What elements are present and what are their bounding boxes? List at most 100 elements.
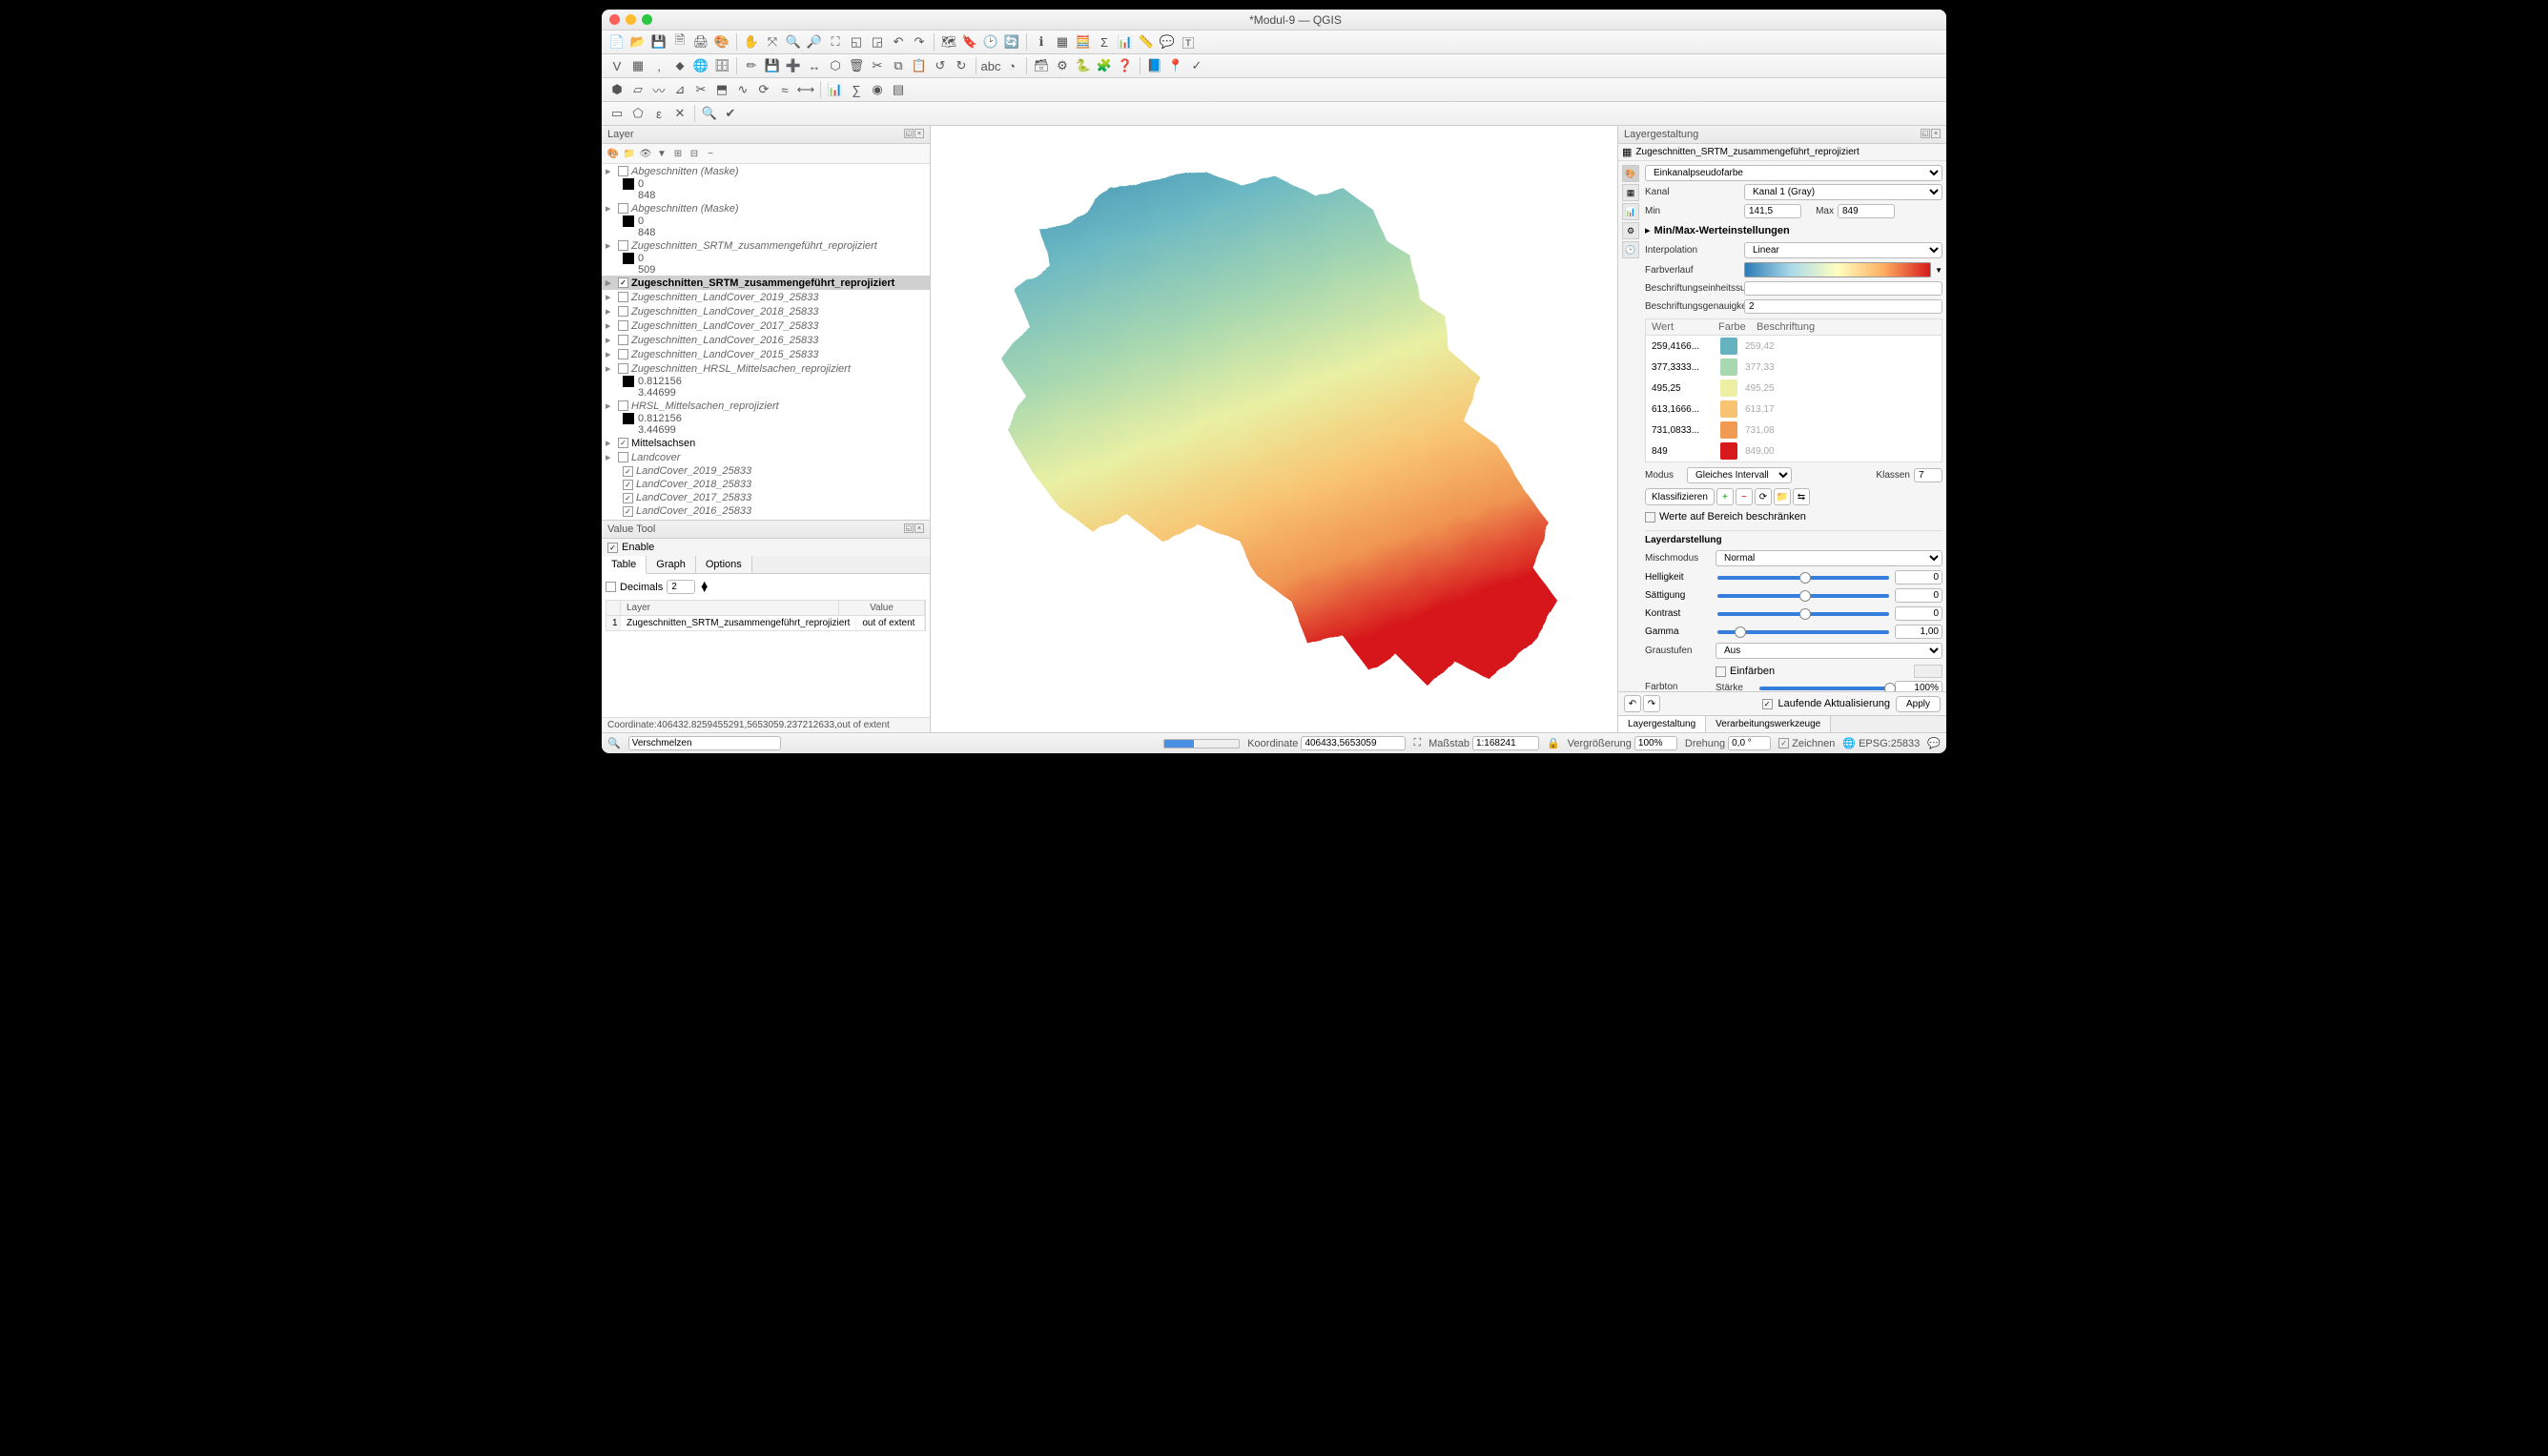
layer-tree-item[interactable]: ▸ Landcover	[602, 450, 930, 464]
tab-graph[interactable]: Graph	[647, 556, 696, 573]
chevron-right-icon[interactable]: ▸	[606, 165, 615, 177]
lock-icon[interactable]: 🔒	[1547, 737, 1560, 749]
brightness-value[interactable]: 0	[1895, 570, 1942, 584]
renderer-select[interactable]: Einkanalpseudofarbe	[1645, 165, 1942, 181]
layer-tree-item[interactable]: ▸ Zugeschnitten_LandCover_2017_25833	[602, 318, 930, 333]
suffix-input[interactable]	[1744, 281, 1942, 296]
close-panel-icon[interactable]: ×	[1931, 129, 1941, 138]
save-as-icon[interactable]: 🗎	[670, 32, 689, 51]
minmax-expander[interactable]: ▸ Min/Max-Werteinstellungen	[1645, 221, 1942, 239]
paste-icon[interactable]: 📋	[910, 56, 929, 75]
new-map-icon[interactable]: 🗺	[939, 32, 958, 51]
deselect-icon[interactable]: ✕	[670, 104, 689, 123]
layer-visibility-checkbox[interactable]	[618, 335, 628, 345]
layer-visibility-checkbox[interactable]: ✓	[618, 438, 628, 448]
chevron-right-icon[interactable]: ▸	[606, 451, 615, 463]
node-tool-icon[interactable]: ⬡	[826, 56, 845, 75]
stop-label[interactable]: 495,25	[1745, 383, 1775, 394]
layer-tree-item[interactable]: ▸ ✓ Zugeschnitten_SRTM_zusammengeführt_r…	[602, 276, 930, 290]
undock-icon[interactable]: ◱	[1921, 129, 1930, 138]
layer-visibility-checkbox[interactable]: ✓	[623, 466, 633, 477]
plugins-icon[interactable]: 🧩	[1095, 56, 1114, 75]
layer-visibility-checkbox[interactable]	[618, 349, 628, 359]
grayscale-select[interactable]: Aus	[1716, 643, 1942, 659]
merge-icon[interactable]: ⬒	[712, 80, 731, 99]
layer-tree[interactable]: ▸ Abgeschnitten (Maske)0848▸ Abgeschnitt…	[602, 164, 930, 520]
brightness-slider[interactable]	[1717, 576, 1889, 580]
layer-tree-item[interactable]: ✓LandCover_2019_25833	[602, 464, 930, 478]
add-virtual-icon[interactable]: ⬥	[670, 56, 689, 75]
undock-icon[interactable]: ◱	[904, 129, 914, 138]
stop-value[interactable]: 731,0833...	[1652, 425, 1713, 436]
align-raster-icon[interactable]: ▤	[889, 80, 908, 99]
decimals-checkbox[interactable]	[606, 582, 616, 592]
zoom-in-icon[interactable]: 🔍	[784, 32, 803, 51]
colorize-color[interactable]	[1914, 665, 1942, 678]
stop-label[interactable]: 731,08	[1745, 425, 1775, 436]
color-stop-row[interactable]: 259,4166... 259,42	[1646, 336, 1942, 357]
stop-swatch[interactable]	[1720, 359, 1737, 376]
stop-swatch[interactable]	[1720, 338, 1737, 355]
stop-swatch[interactable]	[1720, 400, 1737, 418]
move-feature-icon[interactable]: ↔	[805, 56, 824, 75]
interp-select[interactable]: Linear	[1744, 242, 1942, 258]
gamma-value[interactable]: 1,00	[1895, 625, 1942, 639]
stop-label[interactable]: 377,33	[1745, 362, 1775, 373]
stop-value[interactable]: 495,25	[1652, 383, 1713, 394]
close-panel-icon[interactable]: ×	[914, 129, 924, 138]
layer-tree-item[interactable]: ▸ Zugeschnitten_LandCover_2015_25833	[602, 347, 930, 361]
classes-input[interactable]	[1914, 468, 1942, 482]
contrast-slider[interactable]	[1717, 612, 1889, 616]
layer-tree-item[interactable]: ▸ Zugeschnitten_LandCover_2016_25833	[602, 333, 930, 347]
chevron-right-icon[interactable]: ▸	[606, 334, 615, 346]
invert-ramp-icon[interactable]: ⇆	[1793, 488, 1810, 505]
histogram-tab-icon[interactable]: 📊	[1622, 203, 1639, 220]
raster-calc-icon[interactable]: ∑	[847, 80, 866, 99]
color-stop-row[interactable]: 731,0833... 731,08	[1646, 420, 1942, 441]
checker-icon[interactable]: ✓	[1187, 56, 1206, 75]
trace-icon[interactable]: 〰	[649, 80, 668, 99]
processing-icon[interactable]: ⚙	[1053, 56, 1072, 75]
zoom-out-icon[interactable]: 🔎	[805, 32, 824, 51]
precision-input[interactable]	[1744, 299, 1942, 314]
decimals-input[interactable]	[667, 580, 695, 594]
add-vector-icon[interactable]: V	[607, 56, 627, 75]
layer-tree-item[interactable]: ✓LandCover_2018_25833	[602, 478, 930, 491]
reshape-icon[interactable]: ∿	[733, 80, 752, 99]
db-manager-icon[interactable]: 🗃	[1032, 56, 1051, 75]
layer-tree-item[interactable]: ▸ ✓ Mittelsachsen	[602, 436, 930, 450]
pan-selection-icon[interactable]: ⤧	[763, 32, 782, 51]
undo-icon[interactable]: ↺	[931, 56, 950, 75]
edit-save-icon[interactable]: 💾	[763, 56, 782, 75]
layer-visibility-checkbox[interactable]: ✓	[623, 506, 633, 517]
bookmark-icon[interactable]: 🔖	[960, 32, 979, 51]
stop-swatch[interactable]	[1720, 421, 1737, 439]
history-tab-icon[interactable]: 🕑	[1622, 241, 1639, 258]
zoom-layer-icon[interactable]: ◲	[868, 32, 887, 51]
stepper-icon[interactable]: ▲▼	[699, 583, 709, 592]
stop-label[interactable]: 613,17	[1745, 404, 1775, 415]
rotation-input[interactable]	[1728, 736, 1771, 750]
snap-icon[interactable]: ⬢	[607, 80, 627, 99]
chevron-right-icon[interactable]: ▸	[606, 202, 615, 215]
maptips-icon[interactable]: 💬	[1158, 32, 1177, 51]
locator-input[interactable]	[628, 736, 781, 750]
pan-icon[interactable]: ✋	[742, 32, 761, 51]
layer-tree-item[interactable]: ✓LandCover_2017_25833	[602, 491, 930, 504]
layer-visibility-checkbox[interactable]	[618, 306, 628, 317]
load-ramp-icon[interactable]: ⟳	[1755, 488, 1772, 505]
extents-icon[interactable]: ⛶	[1413, 737, 1421, 749]
tab-table[interactable]: Table	[602, 556, 647, 574]
temporal-icon[interactable]: 🕑	[981, 32, 1000, 51]
contrast-value[interactable]: 0	[1895, 606, 1942, 621]
coord-input[interactable]	[1301, 736, 1406, 750]
live-update-checkbox[interactable]: ✓	[1762, 699, 1773, 709]
diagram-icon[interactable]: ◔	[1002, 56, 1021, 75]
color-stop-row[interactable]: 377,3333... 377,33	[1646, 357, 1942, 378]
chevron-right-icon[interactable]: ▸	[606, 305, 615, 318]
table-row[interactable]: 1 Zugeschnitten_SRTM_zusammengeführt_rep…	[606, 616, 925, 630]
stop-swatch[interactable]	[1720, 442, 1737, 460]
zoom-full-icon[interactable]: ⛶	[826, 32, 845, 51]
colorize-checkbox[interactable]	[1716, 666, 1726, 677]
rendering-tab-icon[interactable]: ⚙	[1622, 222, 1639, 239]
